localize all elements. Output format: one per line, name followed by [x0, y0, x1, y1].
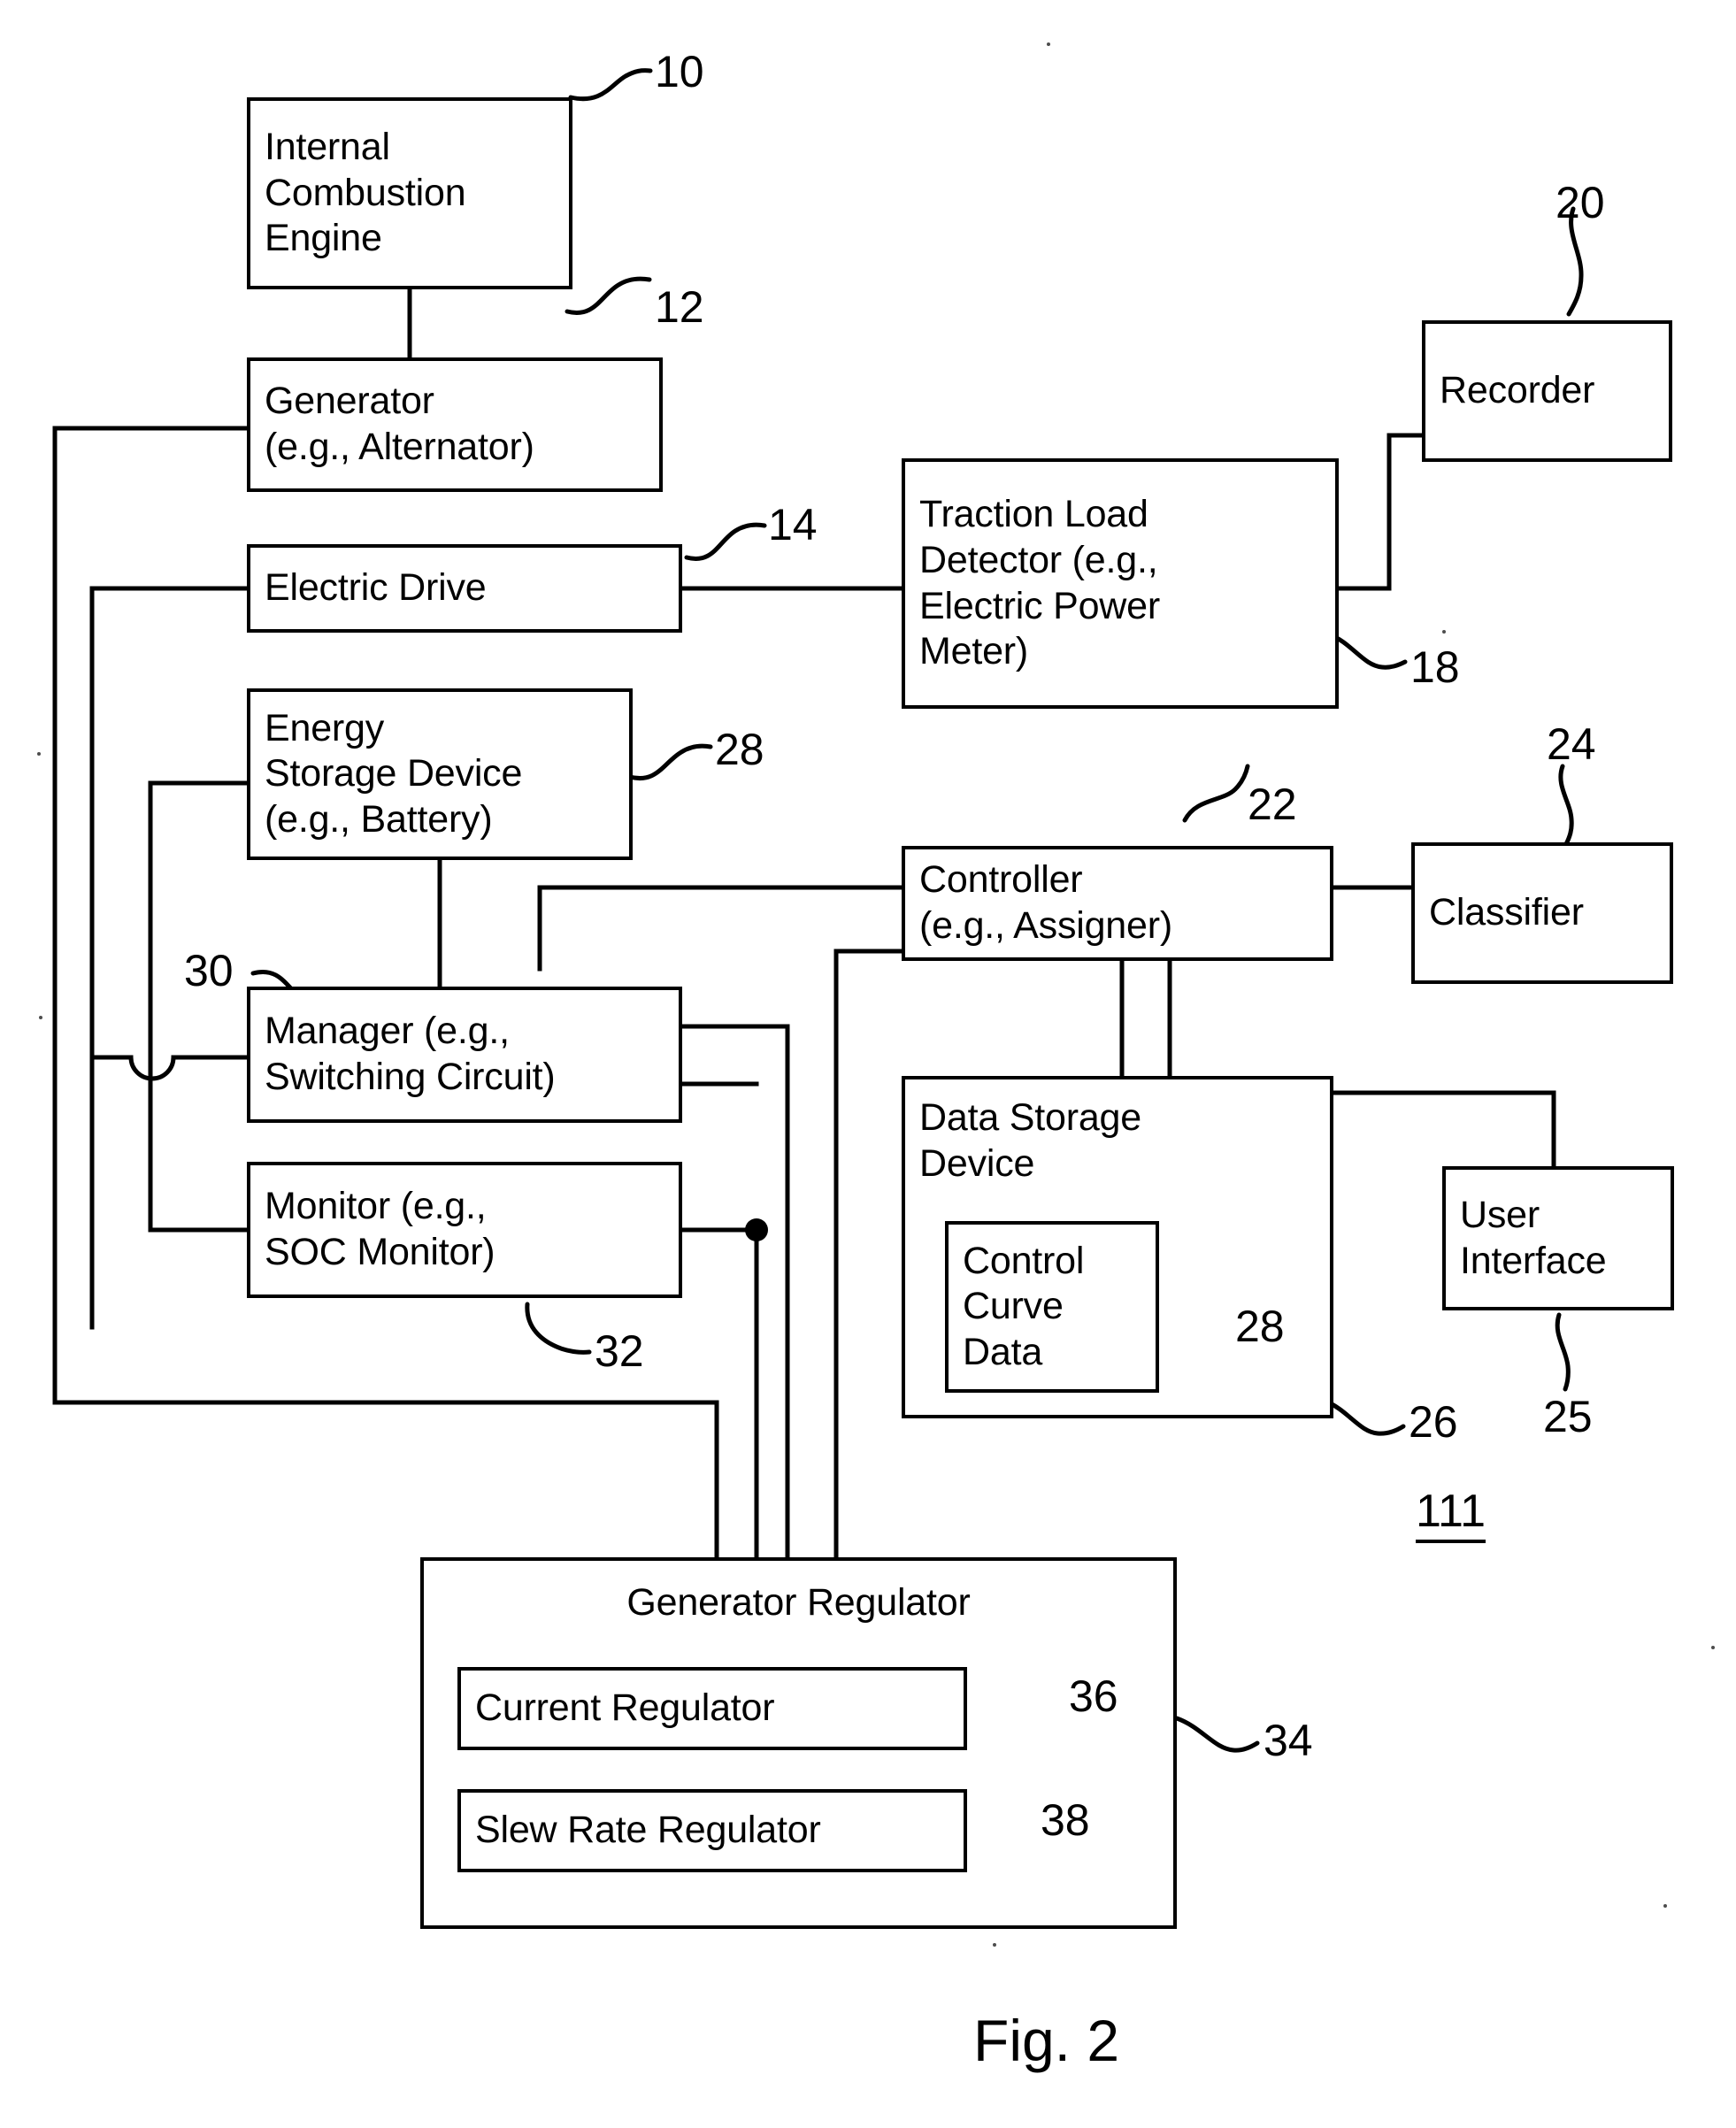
block-control-curve-data[interactable]: Control Curve Data [945, 1221, 1159, 1393]
ref-numeral-24: 24 [1547, 719, 1596, 769]
ref-numeral-28-energy: 28 [715, 725, 764, 774]
curve-line-1: Control [963, 1239, 1085, 1282]
block-generator[interactable]: Generator (e.g., Alternator) [247, 357, 663, 492]
manager-line-1: Manager (e.g., [265, 1010, 510, 1053]
leader-32 [525, 1302, 592, 1355]
engine-line-1: Internal [265, 126, 390, 169]
leader-25 [1555, 1312, 1571, 1392]
leader-12 [565, 276, 652, 315]
wire-controller-left-b [833, 949, 904, 1560]
curve-line-3: Data [963, 1330, 1043, 1373]
ref-numeral-14: 14 [768, 500, 818, 549]
traction-line-1: Traction Load [919, 493, 1148, 536]
electric-drive-line-1: Electric Drive [265, 566, 487, 610]
patent-figure-sheet: Internal Combustion Engine Generator (e.… [0, 0, 1736, 2128]
ref-numeral-25: 25 [1543, 1392, 1593, 1441]
wire-leftbus-to-regulator [52, 1400, 719, 1560]
block-traction-load-detector[interactable]: Traction Load Detector (e.g., Electric P… [902, 458, 1339, 709]
wire-energystorage-bus3 [148, 780, 250, 1233]
energy-line-3: (e.g., Battery) [265, 797, 493, 841]
block-classifier[interactable]: Classifier [1411, 842, 1673, 984]
monitor-line-1: Monitor (e.g., [265, 1185, 487, 1228]
leader-18 [1325, 631, 1408, 670]
scan-speck [993, 1943, 996, 1947]
system-reference-number: 111 [1416, 1485, 1486, 1543]
block-electric-drive[interactable]: Electric Drive [247, 544, 682, 633]
block-energy-storage-device[interactable]: Energy Storage Device (e.g., Battery) [247, 688, 633, 860]
leader-14 [684, 522, 767, 561]
ref-numeral-10: 10 [655, 47, 704, 96]
datastore-line-1: Data Storage [919, 1096, 1141, 1139]
figure-caption: Fig. 2 [973, 2008, 1120, 2073]
slewreg-line-1: Slew Rate Regulator [475, 1809, 821, 1852]
block-monitor[interactable]: Monitor (e.g., SOC Monitor) [247, 1162, 682, 1298]
ref-numeral-26: 26 [1409, 1397, 1458, 1447]
classifier-line-1: Classifier [1429, 891, 1584, 934]
wire-traction-recorder [1336, 433, 1425, 591]
scan-speck [1663, 1904, 1667, 1908]
ref-numeral-18: 18 [1410, 642, 1460, 692]
ref-numeral-28-curve: 28 [1235, 1302, 1285, 1351]
leader-24 [1558, 764, 1574, 847]
curve-line-2: Curve [963, 1285, 1064, 1328]
ref-numeral-22: 22 [1248, 780, 1297, 829]
ref-numeral-34: 34 [1264, 1716, 1313, 1765]
leader-34 [1174, 1716, 1260, 1753]
ref-numeral-20: 20 [1555, 178, 1605, 227]
leader-22 [1182, 764, 1250, 823]
traction-line-3: Electric Power [919, 584, 1160, 627]
ui-line-2: Interface [1460, 1239, 1607, 1282]
manager-line-2: Switching Circuit) [265, 1056, 556, 1098]
traction-line-4: Meter) [919, 630, 1029, 673]
generator-line-2: (e.g., Alternator) [265, 426, 534, 468]
scan-speck [1442, 630, 1446, 634]
block-user-interface[interactable]: User Interface [1442, 1166, 1674, 1310]
traction-line-2: Detector (e.g., [919, 538, 1158, 581]
block-recorder[interactable]: Recorder [1422, 320, 1672, 462]
leader-28-energy [627, 743, 713, 781]
scan-speck [1047, 42, 1050, 46]
scan-speck [1711, 1646, 1715, 1649]
block-current-regulator[interactable]: Current Regulator [457, 1667, 967, 1750]
scan-speck [37, 752, 41, 756]
ref-numeral-12: 12 [655, 282, 704, 332]
controller-line-1: Controller [919, 858, 1083, 902]
wire-manager-right-2 [680, 1024, 790, 1560]
genreg-title: Generator Regulator [626, 1581, 971, 1624]
scan-speck [39, 1016, 42, 1019]
monitor-line-2: SOC Monitor) [265, 1231, 495, 1273]
junction-dot [745, 1218, 768, 1241]
ref-numeral-36: 36 [1069, 1671, 1118, 1721]
energy-line-1: Energy [265, 706, 385, 749]
block-internal-combustion-engine[interactable]: Internal Combustion Engine [247, 97, 572, 289]
leader-26 [1322, 1398, 1406, 1436]
ref-numeral-30: 30 [184, 946, 234, 995]
ref-numeral-32: 32 [595, 1326, 644, 1376]
engine-line-3: Engine [265, 217, 382, 260]
ref-numeral-38: 38 [1041, 1795, 1090, 1845]
block-manager[interactable]: Manager (e.g., Switching Circuit) [247, 987, 682, 1123]
leader-10 [568, 68, 653, 102]
datastore-line-2: Device [919, 1141, 1035, 1185]
curreg-line-1: Current Regulator [475, 1686, 775, 1730]
energy-line-2: Storage Device [265, 752, 523, 795]
generator-line-1: Generator [265, 380, 434, 423]
engine-line-2: Combustion [265, 171, 466, 214]
block-controller[interactable]: Controller (e.g., Assigner) [902, 846, 1333, 961]
controller-line-2: (e.g., Assigner) [919, 904, 1172, 947]
block-slew-rate-regulator[interactable]: Slew Rate Regulator [457, 1789, 967, 1872]
recorder-line-1: Recorder [1440, 369, 1595, 412]
ui-line-1: User [1460, 1193, 1540, 1236]
